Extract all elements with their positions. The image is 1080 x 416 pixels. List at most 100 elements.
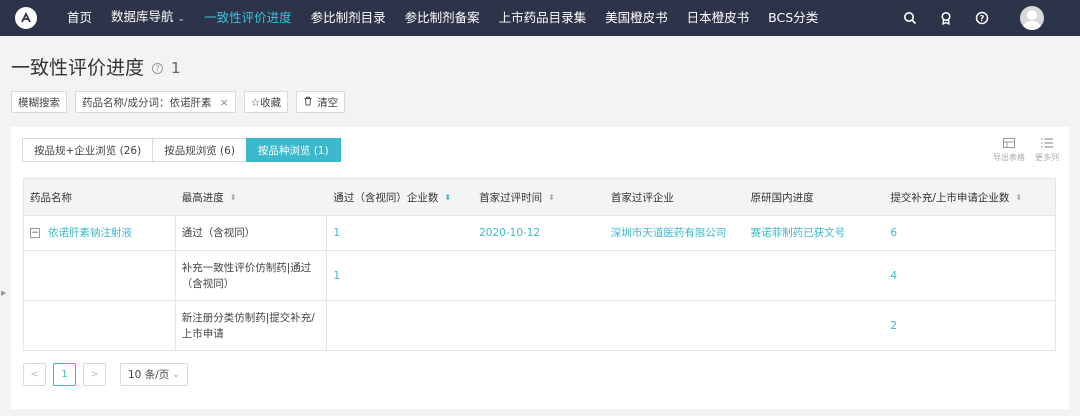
original-progress[interactable]: 赛诺菲制药已获文号 — [751, 225, 846, 241]
submitted-count-cell[interactable]: 4 — [884, 251, 1055, 300]
first-time-cell — [473, 301, 605, 350]
chevron-right-icon: > — [90, 369, 99, 380]
header-label: 最高进度 — [181, 191, 224, 204]
passed-count[interactable]: 1 — [333, 225, 340, 241]
header-drug-name[interactable]: 药品名称 — [24, 179, 176, 215]
passed-count-cell[interactable]: 1 — [327, 251, 473, 300]
tab-by-spec[interactable]: 按品规浏览 (6) — [152, 138, 247, 162]
prev-page-button[interactable]: < — [23, 363, 46, 386]
table-row: 补充一致性评价仿制药|通过（含视同） 1 4 — [24, 250, 1055, 300]
avatar[interactable] — [1020, 6, 1044, 30]
search-icon[interactable] — [902, 10, 918, 26]
sort-icon[interactable]: ⬍ — [444, 193, 451, 202]
header-highest-progress[interactable]: 最高进度 ⬍ — [175, 179, 328, 215]
submitted-count-cell[interactable]: 6 — [884, 216, 1055, 250]
award-icon[interactable] — [938, 10, 954, 26]
first-company-cell[interactable]: 深圳市天道医药有限公司 — [605, 216, 745, 250]
passed-count-cell[interactable]: 1 — [327, 216, 473, 250]
more-columns-label: 更多列 — [1035, 153, 1059, 162]
sort-icon[interactable]: ⬍ — [548, 193, 555, 202]
table-row: − 依诺肝素钠注射液 通过（含视同） 1 2020-10-12 深圳市天道医药有限… — [24, 215, 1055, 250]
tab-label: 按品规+企业浏览 (26) — [34, 144, 142, 157]
first-time[interactable]: 2020-10-12 — [479, 225, 540, 241]
submitted-count[interactable]: 2 — [890, 318, 897, 334]
favorite-button[interactable]: ☆收藏 — [243, 91, 289, 113]
nav-item-label: 首页 — [67, 10, 93, 25]
logo[interactable] — [15, 7, 37, 29]
passed-count[interactable]: 1 — [333, 268, 340, 284]
nav-item-label: 数据库导航 — [111, 9, 174, 24]
submitted-count[interactable]: 6 — [890, 225, 897, 241]
first-time-cell[interactable]: 2020-10-12 — [473, 216, 605, 250]
clear-button[interactable]: 清空 — [296, 91, 346, 113]
tab-label: 按品种浏览 (1) — [257, 144, 329, 157]
results-card: 按品规+企业浏览 (26) 按品规浏览 (6) 按品种浏览 (1) 导出表格 更… — [11, 127, 1069, 409]
sort-icon[interactable]: ⬍ — [1015, 193, 1022, 202]
nav-item-label: 参比制剂备案 — [404, 10, 480, 25]
export-icon — [1003, 138, 1015, 148]
first-company-cell — [605, 301, 745, 350]
progress-table: 药品名称 最高进度 ⬍ 通过（含视同）企业数 ⬍ 首家过评时间 ⬍ 首家过评企业 原研… — [23, 178, 1056, 351]
nav-item-us-orange-book[interactable]: 美国橙皮书 — [605, 0, 668, 36]
nav-item-jp-orange-book[interactable]: 日本橙皮书 — [687, 0, 750, 36]
export-label: 导出表格 — [993, 153, 1025, 162]
progress-text: 新注册分类仿制药|提交补充/上市申请 — [181, 311, 315, 340]
header-first-time[interactable]: 首家过评时间 ⬍ — [473, 179, 605, 215]
favorite-label: ☆收藏 — [250, 96, 282, 109]
pagination: < 1 > 10 条/页 ⌄ — [23, 363, 188, 386]
table-tools: 导出表格 更多列 — [983, 137, 1059, 163]
original-progress-cell — [745, 251, 885, 300]
progress-text: 通过（含视同） — [181, 227, 256, 239]
page-button-current[interactable]: 1 — [53, 363, 76, 386]
page-title: 一致性评价进度 ? 1 — [11, 53, 181, 80]
drug-name[interactable]: 依诺肝素钠注射液 — [48, 225, 132, 241]
page-size-label: 10 条/页 — [128, 369, 170, 381]
next-page-button[interactable]: > — [83, 363, 106, 386]
top-nav: 首页 数据库导航 ⌄ 一致性评价进度 参比制剂目录 参比制剂备案 上市药品目录集 … — [0, 0, 1080, 36]
nav-item-label: 日本橙皮书 — [686, 10, 750, 25]
header-passed-count[interactable]: 通过（含视同）企业数 ⬍ — [327, 179, 474, 215]
chevron-down-icon: ⌄ — [177, 14, 186, 24]
table-row: 新注册分类仿制药|提交补充/上市申请 2 — [24, 300, 1055, 350]
nav-item-consistency-progress[interactable]: 一致性评价进度 — [204, 0, 292, 36]
first-company[interactable]: 深圳市天道医药有限公司 — [611, 225, 727, 241]
nav-item-home[interactable]: 首页 — [67, 0, 92, 36]
submitted-count-cell[interactable]: 2 — [884, 301, 1055, 350]
filter-tag-label: 药品名称/成分词：依诺肝素 — [82, 96, 212, 109]
nav-item-reference-catalog[interactable]: 参比制剂目录 — [311, 0, 386, 36]
drug-name-cell[interactable]: − 依诺肝素钠注射液 — [24, 216, 176, 250]
nav-item-marketed-catalog[interactable]: 上市药品目录集 — [499, 0, 587, 36]
nav-item-bcs[interactable]: BCS分类 — [768, 0, 818, 36]
header-first-company[interactable]: 首家过评企业 — [604, 179, 745, 215]
view-tabs: 按品规+企业浏览 (26) 按品规浏览 (6) 按品种浏览 (1) — [22, 138, 341, 162]
fuzzy-search-button[interactable]: 模糊搜索 — [11, 91, 67, 113]
chevron-left-icon: < — [30, 369, 39, 380]
progress-cell: 通过（含视同） — [176, 216, 328, 250]
nav-item-reference-filing[interactable]: 参比制剂备案 — [405, 0, 480, 36]
drug-name-cell — [24, 301, 176, 350]
side-expand-icon[interactable]: ▶ — [1, 289, 6, 297]
page-title-text: 一致性评价进度 — [11, 57, 145, 79]
export-button[interactable]: 导出表格 — [993, 137, 1025, 163]
tab-label: 按品规浏览 (6) — [164, 144, 235, 157]
more-columns-button[interactable]: 更多列 — [1035, 137, 1059, 163]
tab-by-spec-company[interactable]: 按品规+企业浏览 (26) — [22, 138, 154, 162]
original-progress-cell[interactable]: 赛诺菲制药已获文号 — [745, 216, 885, 250]
page-size-select[interactable]: 10 条/页 ⌄ — [120, 363, 188, 386]
progress-cell: 补充一致性评价仿制药|通过（含视同） — [176, 251, 328, 300]
nav-item-label: 上市药品目录集 — [498, 10, 587, 25]
header-label: 药品名称 — [30, 191, 72, 204]
header-original-progress[interactable]: 原研国内进度 — [744, 179, 885, 215]
sort-icon[interactable]: ⬍ — [230, 193, 237, 202]
help-icon[interactable]: ? — [974, 10, 990, 26]
submitted-count[interactable]: 4 — [890, 268, 897, 284]
question-icon[interactable]: ? — [152, 62, 164, 74]
header-submitted-count[interactable]: 提交补充/上市申请企业数 ⬍ — [884, 179, 1056, 215]
table-header-row: 药品名称 最高进度 ⬍ 通过（含视同）企业数 ⬍ 首家过评时间 ⬍ 首家过评企业 原研… — [24, 179, 1056, 215]
collapse-icon[interactable]: − — [30, 228, 40, 238]
tab-by-variety[interactable]: 按品种浏览 (1) — [245, 138, 341, 162]
nav-item-database-nav[interactable]: 数据库导航 ⌄ — [111, 0, 185, 37]
trash-icon — [303, 96, 313, 109]
close-icon[interactable]: × — [220, 96, 229, 109]
filter-tag[interactable]: 药品名称/成分词：依诺肝素 × — [75, 91, 236, 113]
